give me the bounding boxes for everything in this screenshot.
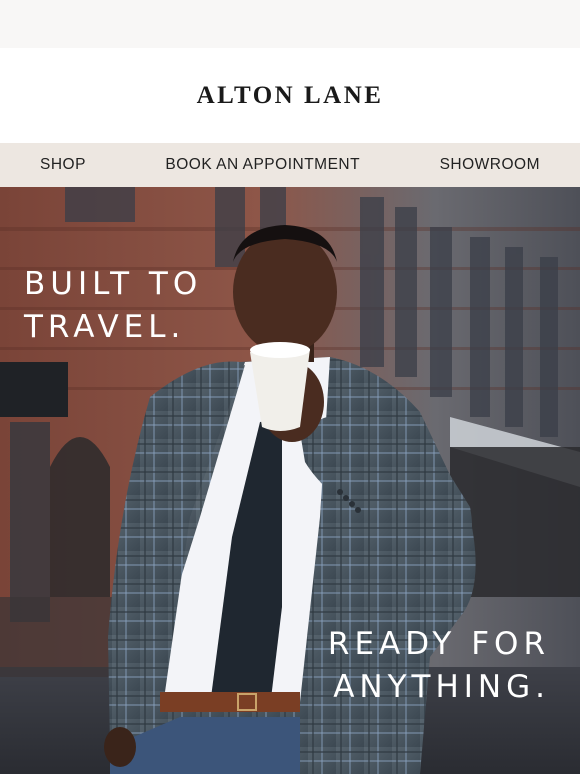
top-spacer (0, 0, 580, 48)
hero-headline-top: BUILT TO TRAVEL. (24, 263, 202, 350)
headline-line: READY FOR (327, 626, 550, 662)
hero-headline-bottom: READY FOR ANYTHING. (328, 623, 550, 710)
nav-showroom-link[interactable]: SHOWROOM (440, 156, 540, 174)
brand-logo[interactable]: ALTON LANE (197, 82, 384, 110)
nav-shop-link[interactable]: SHOP (40, 156, 86, 174)
headline-line: ANYTHING. (333, 669, 550, 706)
hero-banner[interactable]: BUILT TO TRAVEL. READY FOR ANYTHING. (0, 187, 580, 774)
nav-book-appointment-link[interactable]: BOOK AN APPOINTMENT (165, 156, 360, 174)
headline-line: TRAVEL. (24, 309, 186, 346)
main-nav: SHOP BOOK AN APPOINTMENT SHOWROOM (0, 143, 580, 187)
email-header: ALTON LANE (0, 48, 580, 143)
headline-line: BUILT TO (24, 266, 203, 302)
